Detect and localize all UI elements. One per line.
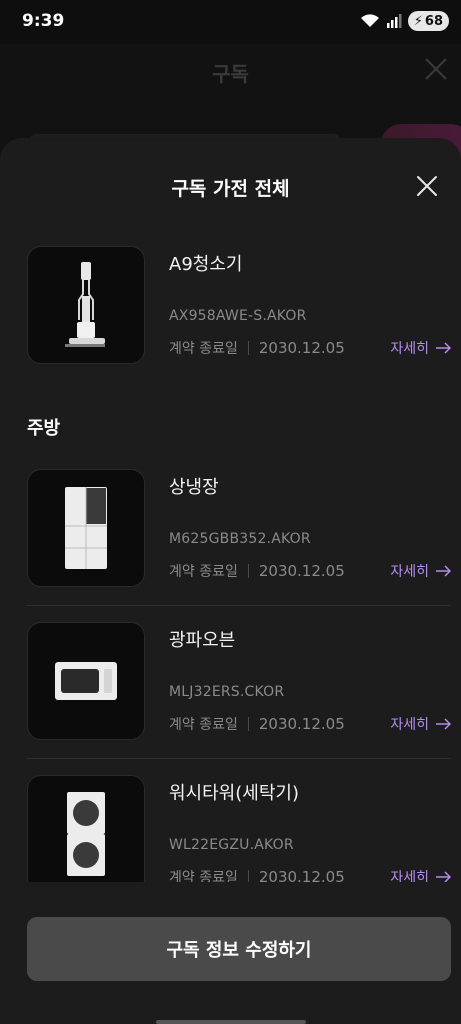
status-icons: ⚡ 68 xyxy=(360,11,449,31)
vacuum-icon xyxy=(65,262,105,347)
product-model: M625GBB352.AKOR xyxy=(169,531,311,547)
close-icon[interactable] xyxy=(415,174,439,198)
background-close-icon xyxy=(425,58,447,80)
product-model: AX958AWE-S.AKOR xyxy=(169,308,307,324)
detail-link-label: 자세히 xyxy=(390,717,429,733)
contract-end-label: 계약 종료일 xyxy=(169,341,238,357)
product-name: 워시타워(세탁기) xyxy=(169,783,299,804)
list-item: 광파오븐 MLJ32ERS.CKOR 계약 종료일 2030.12.05 자세히 xyxy=(27,610,451,740)
contract-end-date: 2030.12.05 xyxy=(258,562,345,580)
oven-icon xyxy=(55,662,117,700)
arrow-right-icon xyxy=(436,871,451,882)
contract-end-label: 계약 종료일 xyxy=(169,870,238,882)
contract-end: 계약 종료일 2030.12.05 xyxy=(169,714,345,734)
section-title-kitchen: 주방 xyxy=(27,418,61,439)
list-item: A9청소기 AX958AWE-S.AKOR 계약 종료일 2030.12.05 … xyxy=(27,234,451,364)
list-item: 상냉장 M625GBB352.AKOR 계약 종료일 2030.12.05 자세… xyxy=(27,457,451,587)
status-bar: 9:39 ⚡ 68 xyxy=(0,0,461,44)
battery-indicator: ⚡ 68 xyxy=(407,11,449,31)
contract-end: 계약 종료일 2030.12.05 xyxy=(169,338,345,358)
arrow-right-icon xyxy=(436,342,451,354)
home-indicator[interactable] xyxy=(156,1020,306,1024)
list-item: 워시타워(세탁기) WL22EGZU.AKOR 계약 종료일 2030.12.0… xyxy=(27,763,451,882)
sheet-footer: 구독 정보 수정하기 xyxy=(0,882,461,1024)
detail-link[interactable]: 자세히 xyxy=(390,714,451,734)
meta-divider xyxy=(247,717,249,731)
washtower-icon xyxy=(67,792,105,876)
product-thumbnail xyxy=(27,622,145,740)
refrigerator-icon xyxy=(65,487,107,569)
charging-bolt-icon: ⚡ xyxy=(413,13,423,29)
arrow-right-icon xyxy=(436,565,451,577)
product-model: WL22EGZU.AKOR xyxy=(169,837,294,853)
arrow-right-icon xyxy=(436,718,451,730)
product-thumbnail xyxy=(27,775,145,882)
subscription-sheet: 구독 가전 전체 A9청소기 AX958AWE-S.AKOR 계약 종료일 20… xyxy=(0,138,461,1024)
meta-divider xyxy=(247,870,249,882)
product-model: MLJ32ERS.CKOR xyxy=(169,684,285,700)
detail-link[interactable]: 자세히 xyxy=(390,867,451,882)
meta-divider xyxy=(247,341,249,355)
background-page-title: 구독 xyxy=(212,62,249,86)
contract-end-label: 계약 종료일 xyxy=(169,717,238,733)
product-thumbnail xyxy=(27,469,145,587)
contract-end-date: 2030.12.05 xyxy=(258,868,345,882)
contract-end-label: 계약 종료일 xyxy=(169,564,238,580)
product-name: 광파오븐 xyxy=(169,630,236,651)
signal-icon xyxy=(386,14,402,28)
contract-end-date: 2030.12.05 xyxy=(258,715,345,733)
product-name: 상냉장 xyxy=(169,477,219,498)
detail-link[interactable]: 자세히 xyxy=(390,338,451,358)
item-divider xyxy=(27,758,451,759)
sheet-title: 구독 가전 전체 xyxy=(171,178,290,200)
contract-end-date: 2030.12.05 xyxy=(258,339,345,357)
wifi-icon xyxy=(360,14,379,27)
edit-subscription-button[interactable]: 구독 정보 수정하기 xyxy=(27,917,451,981)
contract-end: 계약 종료일 2030.12.05 xyxy=(169,561,345,581)
item-divider xyxy=(27,605,451,606)
appliance-list[interactable]: A9청소기 AX958AWE-S.AKOR 계약 종료일 2030.12.05 … xyxy=(0,234,461,882)
battery-level: 68 xyxy=(424,13,443,29)
detail-link-label: 자세히 xyxy=(390,564,429,580)
detail-link-label: 자세히 xyxy=(390,870,429,882)
product-name: A9청소기 xyxy=(169,254,243,275)
product-thumbnail xyxy=(27,246,145,364)
status-time: 9:39 xyxy=(22,11,65,31)
detail-link-label: 자세히 xyxy=(390,341,429,357)
contract-end: 계약 종료일 2030.12.05 xyxy=(169,867,345,882)
detail-link[interactable]: 자세히 xyxy=(390,561,451,581)
meta-divider xyxy=(247,564,249,578)
sheet-header: 구독 가전 전체 xyxy=(0,138,461,234)
